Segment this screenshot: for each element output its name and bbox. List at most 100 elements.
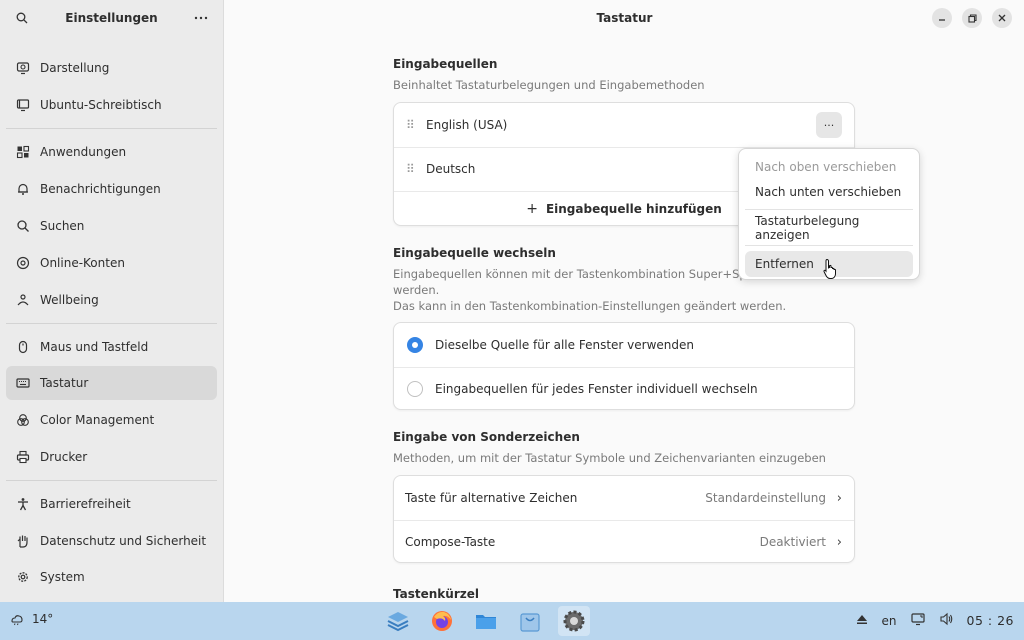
radio-option-label: Dieselbe Quelle für alle Fenster verwend… [435, 338, 694, 352]
taskbar-apps [382, 606, 590, 636]
sidebar-item-label: Anwendungen [40, 145, 127, 159]
section-desc-sources: Beinhaltet Tastaturbelegungen und Eingab… [393, 78, 705, 92]
weather-widget[interactable]: 14° [10, 612, 53, 626]
mouse-icon [16, 340, 30, 354]
volume-button[interactable] [939, 612, 953, 629]
source-menu-button[interactable]: ··· [816, 112, 842, 138]
search-button[interactable] [12, 8, 32, 28]
row-label: Taste für alternative Zeichen [405, 491, 578, 505]
sidebar-item-label: Benachrichtigungen [40, 182, 161, 196]
sidebar-divider [6, 480, 217, 481]
taskbar-app-layers[interactable] [382, 606, 414, 636]
sidebar-item-darstellung[interactable]: Darstellung [6, 51, 217, 85]
sidebar-item-online-konten[interactable]: Online-Konten [6, 246, 217, 280]
taskbar-app-files[interactable] [470, 606, 502, 636]
display-icon [16, 61, 30, 75]
desktop-icon [16, 98, 30, 112]
layers-icon [387, 612, 409, 632]
taskbar: 14° en 05 : 26 [0, 602, 1024, 640]
sidebar-item-ubuntu-desktop[interactable]: Ubuntu-Schreibtisch [6, 88, 217, 122]
minimize-button[interactable] [932, 8, 952, 28]
radio-option-label: Eingabequellen für jedes Fenster individ… [435, 382, 758, 396]
main-panel: Tastatur Eingabequellen Beinhaltet Tasta… [225, 0, 1024, 602]
sidebar-menu-button[interactable] [191, 8, 211, 28]
eject-button[interactable] [856, 613, 868, 628]
maximize-button[interactable] [962, 8, 982, 28]
row-value: Deaktiviert [759, 535, 826, 549]
sidebar-item-barrierefreiheit[interactable]: Barrierefreiheit [6, 487, 217, 521]
speaker-icon [939, 612, 952, 626]
temperature-label: 14° [32, 612, 54, 626]
sidebar-title: Einstellungen [65, 11, 158, 25]
sidebar-item-label: Barrierefreiheit [40, 497, 131, 511]
row-label: Compose-Taste [405, 535, 496, 549]
sidebar-item-suchen[interactable]: Suchen [6, 209, 217, 243]
drag-handle-icon[interactable]: ⠿ [406, 162, 416, 176]
monitor-icon [910, 613, 925, 626]
sidebar-item-label: Tastatur [40, 376, 89, 390]
close-button[interactable] [992, 8, 1012, 28]
sidebar-item-label: Ubuntu-Schreibtisch [40, 98, 162, 112]
alternate-chars-key-row[interactable]: Taste für alternative Zeichen Standardei… [394, 476, 854, 520]
radio-button-selected[interactable] [407, 337, 423, 353]
chevron-right-icon: › [836, 534, 842, 550]
menu-item-move-down[interactable]: Nach unten verschieben [745, 179, 913, 205]
menu-divider [745, 245, 913, 246]
hand-icon [16, 534, 30, 548]
sidebar-item-system[interactable]: System [6, 560, 217, 594]
sidebar-item-wellbeing[interactable]: Wellbeing [6, 283, 217, 317]
folder-icon [476, 615, 496, 629]
section-desc-special: Methoden, um mit der Tastatur Symbole un… [393, 451, 826, 465]
sidebar-item-tastatur[interactable]: Tastatur [6, 366, 217, 400]
menu-item-show-layout[interactable]: Tastaturbelegung anzeigen [745, 214, 913, 242]
eject-icon [856, 615, 867, 624]
printer-icon [16, 450, 30, 464]
clock[interactable]: 05 : 26 [967, 613, 1014, 628]
page-title: Tastatur [596, 11, 653, 25]
window-controls [932, 8, 1012, 28]
sidebar-item-anwendungen[interactable]: Anwendungen [6, 135, 217, 169]
sidebar-item-maus-tastfeld[interactable]: Maus und Tastfeld [6, 330, 217, 364]
keyboard-layout-indicator[interactable]: en [882, 614, 897, 628]
sidebar-item-color-management[interactable]: Color Management [6, 403, 217, 437]
system-tray: en 05 : 26 [856, 612, 1014, 629]
input-source-row[interactable]: ⠿ English (USA) ··· [394, 103, 854, 147]
firefox-icon [432, 611, 452, 631]
radio-option-same-source[interactable]: Dieselbe Quelle für alle Fenster verwend… [394, 323, 854, 367]
input-source-label: English (USA) [426, 118, 508, 132]
taskbar-app-settings[interactable] [558, 606, 590, 636]
sidebar-item-datenschutz[interactable]: Datenschutz und Sicherheit [6, 524, 217, 558]
sidebar-item-drucker[interactable]: Drucker [6, 440, 217, 474]
bell-icon [16, 182, 30, 196]
store-bag-icon [520, 613, 540, 632]
row-value: Standardeinstellung [705, 491, 826, 505]
wellbeing-icon [16, 293, 30, 307]
taskbar-app-firefox[interactable] [426, 606, 458, 636]
sidebar-item-label: Maus und Tastfeld [40, 340, 149, 354]
apps-icon [16, 145, 30, 159]
sidebar-item-label: Darstellung [40, 61, 110, 75]
weather-icon [11, 615, 23, 626]
sidebar-item-label: Wellbeing [40, 293, 99, 307]
compose-key-row[interactable]: Compose-Taste Deaktiviert › [394, 520, 854, 564]
keyboard-icon [16, 376, 30, 390]
close-icon [998, 14, 1006, 22]
sidebar-item-benachrichtigungen[interactable]: Benachrichtigungen [6, 172, 217, 206]
special-chars-card: Taste für alternative Zeichen Standardei… [393, 475, 855, 563]
desc-line: werden. [393, 283, 440, 297]
sidebar-header: Einstellungen [0, 0, 223, 36]
sidebar-item-label: Drucker [40, 450, 88, 464]
radio-button[interactable] [407, 381, 423, 397]
at-icon [16, 256, 30, 270]
radio-option-per-window[interactable]: Eingabequellen für jedes Fenster individ… [394, 367, 854, 411]
more-icon [194, 16, 208, 20]
sidebar-item-label: Online-Konten [40, 256, 125, 270]
section-title-special: Eingabe von Sonderzeichen [393, 430, 580, 444]
menu-item-move-up: Nach oben verschieben [755, 160, 897, 174]
section-title-shortcuts: Tastenkürzel [393, 587, 479, 601]
color-icon [16, 413, 30, 427]
taskbar-app-store[interactable] [514, 606, 546, 636]
display-button[interactable] [910, 612, 925, 629]
drag-handle-icon[interactable]: ⠿ [406, 118, 416, 132]
hand-cursor-icon [823, 258, 836, 279]
